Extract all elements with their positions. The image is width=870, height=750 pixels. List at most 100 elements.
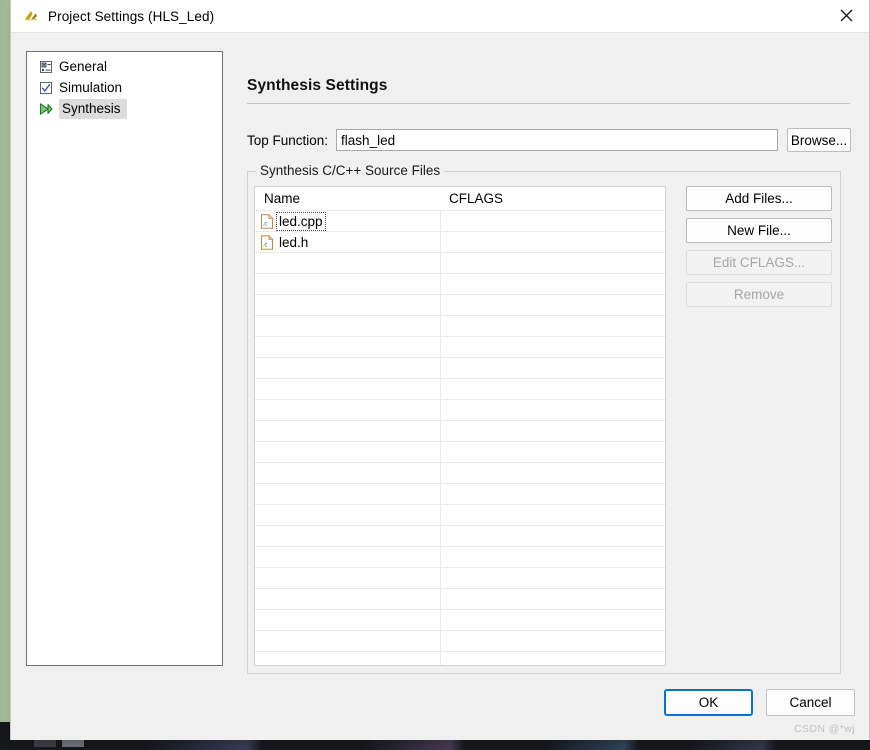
new-file-button[interactable]: New File... xyxy=(686,218,832,243)
cell-cflags xyxy=(441,253,665,273)
top-function-row: Top Function: Browse... xyxy=(247,128,855,152)
dialog-body: General Simulation Synthesis Synthesis S… xyxy=(11,33,869,740)
table-row[interactable] xyxy=(255,294,665,315)
close-icon[interactable] xyxy=(824,0,869,31)
page-title: Synthesis Settings xyxy=(247,77,388,94)
dialog-titlebar: Project Settings (HLS_Led) xyxy=(11,0,869,33)
svg-text:.c: .c xyxy=(262,219,268,227)
table-row[interactable] xyxy=(255,399,665,420)
table-row[interactable] xyxy=(255,483,665,504)
cell-name xyxy=(255,484,441,504)
cell-cflags xyxy=(441,631,665,651)
cell-name xyxy=(255,631,441,651)
table-row[interactable]: .c led.h xyxy=(255,231,665,252)
cell-name xyxy=(255,295,441,315)
cell-cflags xyxy=(441,421,665,441)
column-header-name: Name xyxy=(264,191,301,206)
cell-cflags xyxy=(441,484,665,504)
settings-content-pane: Synthesis Settings Top Function: Browse.… xyxy=(237,51,855,674)
ok-button[interactable]: OK xyxy=(664,689,753,716)
table-row[interactable]: .c led.cpp xyxy=(255,210,665,231)
table-row[interactable] xyxy=(255,441,665,462)
properties-icon xyxy=(38,59,54,75)
sidebar-item-general[interactable]: General xyxy=(27,56,222,77)
cell-cflags xyxy=(441,610,665,630)
column-header-cflags: CFLAGS xyxy=(449,191,504,206)
cell-name xyxy=(255,253,441,273)
table-header: Name CFLAGS xyxy=(255,187,665,210)
cell-name xyxy=(255,652,441,665)
cell-name xyxy=(255,505,441,525)
cell-name xyxy=(255,547,441,567)
cell-name xyxy=(255,358,441,378)
cell-cflags xyxy=(441,379,665,399)
file-name-label: led.cpp xyxy=(276,211,326,231)
checkbox-checked-icon xyxy=(38,80,54,96)
table-rows: .c led.cpp .c led.h xyxy=(255,210,665,665)
cell-cflags xyxy=(441,232,665,252)
vitis-hls-icon xyxy=(23,8,39,24)
settings-category-tree[interactable]: General Simulation Synthesis xyxy=(26,51,223,666)
table-row[interactable] xyxy=(255,336,665,357)
c-file-icon: .c xyxy=(260,234,274,250)
cell-cflags xyxy=(441,442,665,462)
table-row[interactable] xyxy=(255,567,665,588)
table-row[interactable] xyxy=(255,357,665,378)
sidebar-item-simulation[interactable]: Simulation xyxy=(27,77,222,98)
table-row[interactable] xyxy=(255,546,665,567)
browse-button[interactable]: Browse... xyxy=(787,128,852,152)
sidebar-item-synthesis[interactable]: Synthesis xyxy=(27,98,222,119)
cell-name: .c led.h xyxy=(255,232,441,252)
cell-cflags xyxy=(441,211,665,231)
cell-name xyxy=(255,379,441,399)
table-row[interactable] xyxy=(255,420,665,441)
cell-name xyxy=(255,442,441,462)
cell-name xyxy=(255,400,441,420)
watermark: CSDN @*wj xyxy=(794,723,855,735)
add-files-button[interactable]: Add Files... xyxy=(686,186,832,211)
table-row[interactable] xyxy=(255,588,665,609)
cell-cflags xyxy=(441,589,665,609)
top-function-input[interactable] xyxy=(336,129,779,151)
dialog-footer: OK Cancel xyxy=(664,689,855,716)
table-row[interactable] xyxy=(255,252,665,273)
dialog-title: Project Settings (HLS_Led) xyxy=(48,8,215,24)
synthesis-source-files-group: Synthesis C/C++ Source Files Name CFLAGS… xyxy=(247,163,841,674)
table-row[interactable] xyxy=(255,630,665,651)
cell-name xyxy=(255,463,441,483)
table-row[interactable] xyxy=(255,462,665,483)
table-row[interactable] xyxy=(255,651,665,665)
cell-name xyxy=(255,316,441,336)
cell-cflags xyxy=(441,316,665,336)
table-row[interactable] xyxy=(255,378,665,399)
cell-cflags xyxy=(441,526,665,546)
cell-cflags xyxy=(441,547,665,567)
cell-name xyxy=(255,568,441,588)
project-settings-dialog: Project Settings (HLS_Led) General Simul… xyxy=(10,0,870,740)
sidebar-item-label: General xyxy=(59,58,108,74)
cell-cflags xyxy=(441,337,665,357)
file-action-buttons: Add Files... New File... Edit CFLAGS... … xyxy=(686,186,832,314)
table-row[interactable] xyxy=(255,609,665,630)
title-divider xyxy=(247,103,850,104)
source-files-table[interactable]: Name CFLAGS .c led.cpp .c led.h xyxy=(254,186,666,666)
cell-cflags xyxy=(441,295,665,315)
table-row[interactable] xyxy=(255,525,665,546)
c-file-icon: .c xyxy=(260,213,274,229)
sidebar-item-label: Simulation xyxy=(59,79,123,95)
green-play-icon xyxy=(38,101,54,117)
cell-name xyxy=(255,589,441,609)
cell-name: .c led.cpp xyxy=(255,211,441,231)
cell-name xyxy=(255,421,441,441)
table-row[interactable] xyxy=(255,273,665,294)
table-row[interactable] xyxy=(255,504,665,525)
cell-name xyxy=(255,526,441,546)
cell-cflags xyxy=(441,505,665,525)
table-row[interactable] xyxy=(255,315,665,336)
file-name-label: led.h xyxy=(279,234,309,250)
cancel-button[interactable]: Cancel xyxy=(766,689,855,716)
cell-name xyxy=(255,274,441,294)
sidebar-item-label: Synthesis xyxy=(59,98,127,119)
cell-cflags xyxy=(441,400,665,420)
svg-text:.c: .c xyxy=(262,240,268,248)
